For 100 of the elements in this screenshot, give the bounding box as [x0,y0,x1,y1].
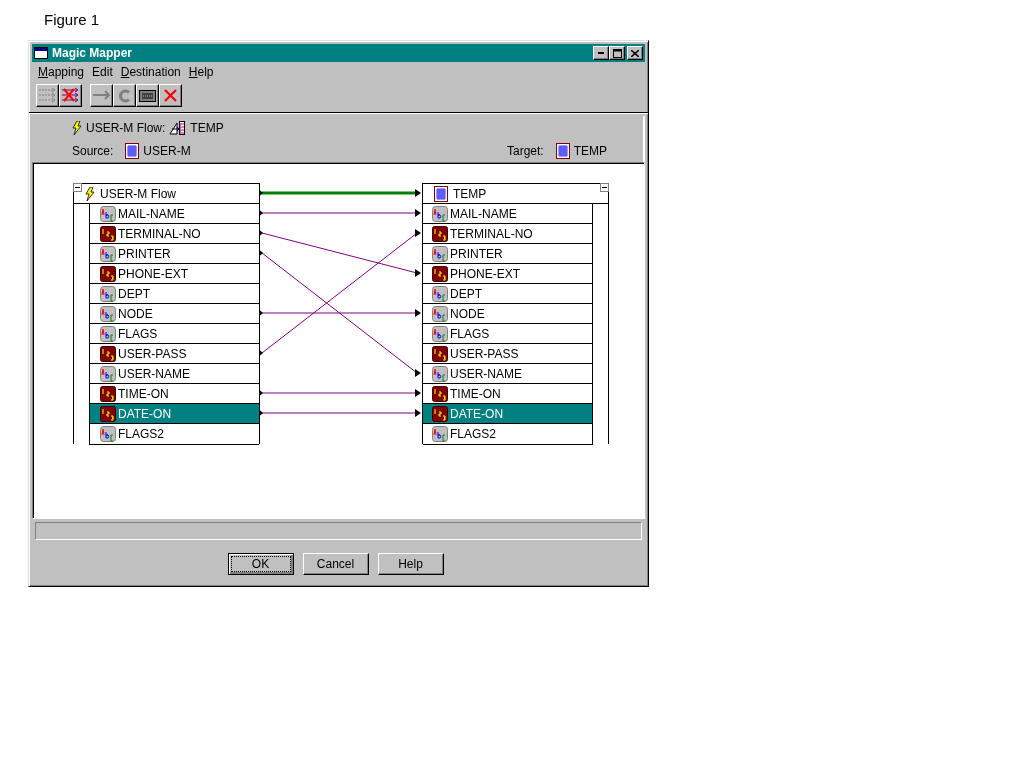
field-name: FLAGS [118,326,158,341]
field-row[interactable]: DATE-ON [90,404,259,424]
menu-item[interactable]: Edit [90,64,119,79]
field-name: FLAGS [450,326,490,341]
field-row[interactable]: USER-PASS [423,344,592,364]
mapping-arrow[interactable] [259,209,421,217]
field-row[interactable]: USER-PASS [90,344,259,364]
table-icon [555,142,570,159]
number-type-icon [100,225,116,242]
c-icon [117,88,132,103]
text-type-icon [100,325,116,342]
text-type-icon [100,365,116,382]
number-type-icon [432,405,448,422]
field-name: MAIL-NAME [450,206,517,221]
minimize-button[interactable] [593,46,609,60]
delete-icon [163,88,178,103]
field-row[interactable]: NODE [90,304,259,324]
text-type-icon [432,305,448,322]
field-name: MAIL-NAME [118,206,185,221]
menu-item[interactable]: Destination [118,64,187,79]
text-type-icon [432,285,448,302]
mapping-arrow[interactable] [259,389,421,397]
mapping-arrow[interactable] [259,229,421,277]
field-name: TERMINAL-NO [118,226,201,241]
field-row[interactable]: TERMINAL-NO [423,224,592,244]
field-row[interactable]: FLAGS [423,324,592,344]
text-type-icon [100,426,116,442]
field-name: USER-PASS [450,346,519,361]
field-row[interactable]: DEPT [423,284,592,304]
field-name: TERMINAL-NO [450,226,533,241]
crossed-lines-icon [61,87,80,104]
maximize-button[interactable] [609,46,625,60]
field-name: USER-NAME [450,366,522,381]
figure-caption: Figure 1 [44,11,100,28]
field-name: FLAGS2 [450,427,497,441]
table-icon [434,185,448,202]
toolbar-button[interactable] [136,84,159,107]
field-name: NODE [450,306,485,321]
target-name: TEMP [573,143,607,158]
target-label: Target: [506,143,544,158]
text-type-icon [100,305,116,322]
table-icon [125,142,140,159]
number-type-icon [100,385,116,402]
menu-item[interactable]: Help [186,64,220,79]
field-name: PRINTER [118,246,171,261]
mapping-arrow[interactable] [259,189,421,197]
collapse-icon[interactable] [600,183,609,192]
field-icon [139,89,156,102]
field-row[interactable]: TIME-ON [423,384,592,404]
window-title: Magic Mapper [52,46,133,60]
text-type-icon [100,285,116,302]
field-row[interactable]: PRINTER [90,244,259,264]
number-type-icon [432,265,448,282]
field-row[interactable]: DEPT [90,284,259,304]
field-row[interactable]: TERMINAL-NO [90,224,259,244]
field-row[interactable]: FLAGS [90,324,259,344]
number-type-icon [100,405,116,422]
text-type-icon [432,365,448,382]
flow-target: TEMP [190,120,224,135]
field-row[interactable]: MAIL-NAME [423,204,592,224]
source-name: USER-M [143,143,191,158]
menu-item[interactable]: Mapping [36,64,91,79]
window-icon [34,47,48,59]
toolbar-button[interactable] [159,84,182,107]
text-type-icon [432,325,448,342]
field-name: NODE [118,306,153,321]
field-row[interactable]: TIME-ON [90,384,259,404]
field-row[interactable]: PHONE-EXT [423,264,592,284]
dialog-button[interactable]: OK [227,553,294,575]
text-type-icon [432,245,448,262]
field-row[interactable]: DATE-ON [423,404,592,424]
field-row[interactable]: USER-NAME [90,364,259,384]
field-row[interactable]: PHONE-EXT [90,264,259,284]
mapping-arrow[interactable] [259,409,421,417]
field-row[interactable]: USER-NAME [423,364,592,384]
field-name: TIME-ON [450,386,501,401]
collapse-icon[interactable] [73,183,82,192]
field-name: DEPT [450,286,482,301]
number-type-icon [432,385,448,402]
lightning-icon [72,120,82,135]
flow-icon [169,119,187,136]
field-row[interactable]: PRINTER [423,244,592,264]
text-type-icon [100,245,116,262]
mapping-arrow[interactable] [259,309,421,317]
text-type-icon [432,205,448,222]
field-name: DATE-ON [450,406,504,421]
dialog-button[interactable]: Help [377,553,444,575]
field-name: DATE-ON [118,406,172,421]
number-type-icon [432,345,448,362]
field-row[interactable]: NODE [423,304,592,324]
dialog-button[interactable]: Cancel [302,553,369,575]
close-button[interactable] [627,46,643,60]
lightning-icon [85,186,95,201]
field-name: PRINTER [450,246,503,261]
table-title: USER-M Flow [100,186,176,201]
field-row[interactable]: MAIL-NAME [90,204,259,224]
toolbar-button[interactable] [59,84,82,107]
field-name: FLAGS2 [118,427,165,441]
mapping-arrow[interactable] [259,229,421,357]
field-name: TIME-ON [118,386,169,401]
